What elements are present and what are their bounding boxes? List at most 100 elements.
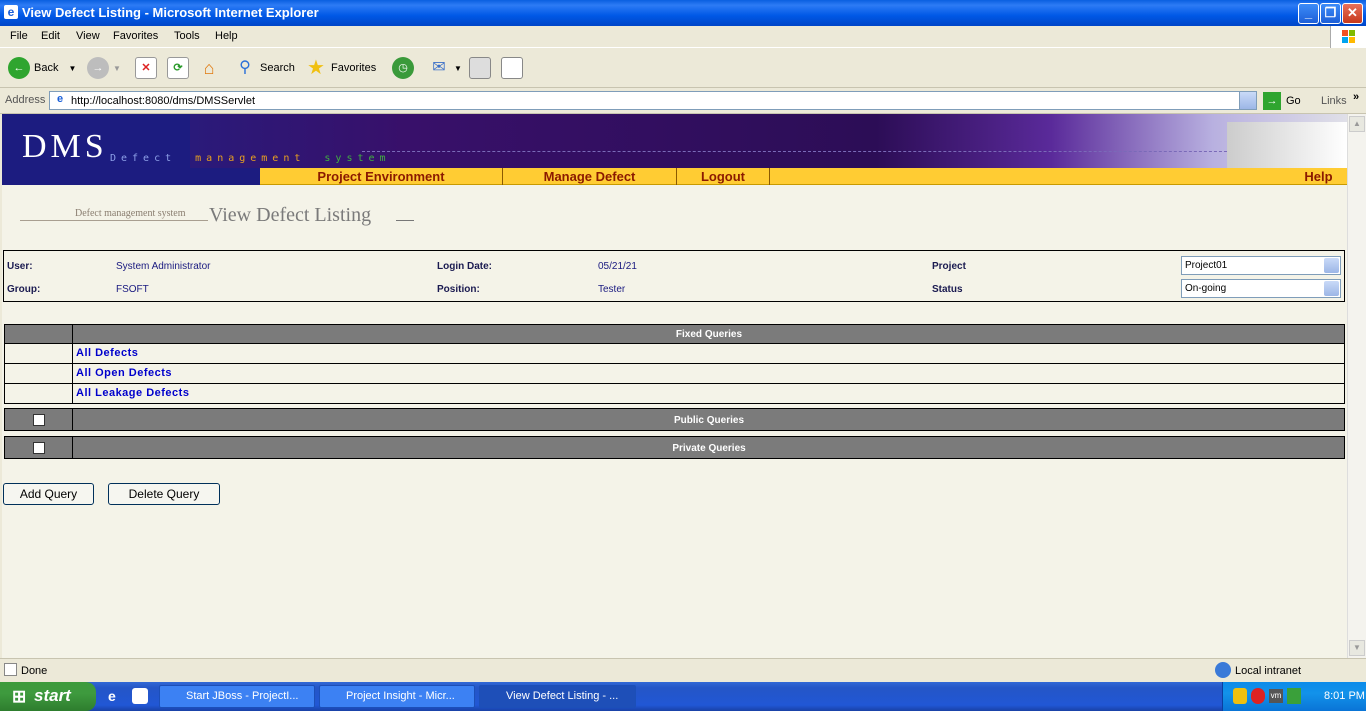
nav-project-environment[interactable]: Project Environment — [260, 168, 503, 185]
print-button[interactable] — [469, 56, 491, 80]
status-bar: Done Local intranet — [0, 658, 1366, 682]
add-query-button[interactable]: Add Query — [3, 483, 94, 505]
private-queries-title: Private Queries — [672, 443, 746, 454]
home-button[interactable]: ⌂ — [198, 56, 220, 80]
menu-view[interactable]: View — [76, 30, 100, 42]
status-dropdown-icon — [1324, 281, 1339, 296]
start-button[interactable]: ⊞ start — [0, 682, 96, 711]
refresh-icon: ⟳ — [167, 57, 189, 79]
breadcrumb-line — [20, 220, 208, 221]
delete-query-button[interactable]: Delete Query — [108, 483, 220, 505]
antivirus-icon[interactable] — [1251, 688, 1265, 704]
user-value: System Administrator — [116, 261, 211, 272]
address-label: Address — [5, 94, 46, 106]
page-content: DMS Defect management system Project Env… — [2, 114, 1347, 658]
ie-icon: e — [4, 5, 18, 19]
task-project-insight[interactable]: Project Insight - Micr... — [319, 685, 475, 708]
back-dropdown-icon[interactable]: ▼ — [68, 64, 76, 73]
system-tray: vm 8:01 PM — [1222, 682, 1366, 711]
star-icon: ★ — [307, 57, 325, 79]
windows-flag-icon — [1330, 26, 1366, 48]
nav-manage-defect[interactable]: Manage Defect — [503, 168, 677, 185]
scroll-down-icon[interactable]: ▼ — [1349, 640, 1365, 656]
project-select[interactable]: Project01 — [1181, 256, 1341, 275]
vertical-scrollbar[interactable]: ▲ ▼ — [1347, 114, 1366, 658]
nav-help[interactable]: Help — [1290, 168, 1347, 185]
scroll-up-icon[interactable]: ▲ — [1349, 116, 1365, 132]
quicklaunch-explorer-icon[interactable] — [132, 688, 148, 704]
dms-logo: DMS — [22, 128, 108, 165]
search-button[interactable]: ⚲ Search — [234, 56, 295, 80]
private-queries-checkbox[interactable] — [33, 442, 45, 454]
status-select[interactable]: On-going — [1181, 279, 1341, 298]
go-arrow-icon[interactable]: → — [1263, 92, 1281, 110]
group-label: Group: — [7, 284, 41, 295]
quicklaunch-ie-icon[interactable]: e — [108, 688, 124, 704]
task-jboss[interactable]: Start JBoss - ProjectI... — [159, 685, 315, 708]
breadcrumb: Defect management system — [75, 208, 186, 219]
nav-logout[interactable]: Logout — [677, 168, 770, 185]
printer-icon — [469, 57, 491, 79]
edit-button[interactable] — [501, 56, 523, 80]
fixed-queries-title: Fixed Queries — [675, 329, 743, 340]
address-url: http://localhost:8080/dms/DMSServlet — [71, 95, 256, 107]
login-date-value: 05/21/21 — [598, 261, 637, 272]
nav-left-filler — [2, 168, 260, 185]
public-queries-checkbox[interactable] — [33, 414, 45, 426]
favorites-button[interactable]: ★ Favorites — [305, 56, 376, 80]
stop-button[interactable]: ✕ — [135, 56, 157, 80]
menu-file[interactable]: File — [10, 30, 28, 42]
security-shield-icon[interactable] — [1233, 688, 1247, 704]
task-view-defect-listing[interactable]: View Defect Listing - ... — [479, 685, 636, 708]
query-all-defects-link[interactable]: All Defects — [76, 347, 138, 359]
taskbar: ⊞ start e Start JBoss - ProjectI... Proj… — [0, 682, 1366, 711]
address-input[interactable]: e http://localhost:8080/dms/DMSServlet — [49, 91, 1257, 110]
user-info-panel: User: System Administrator Group: FSOFT … — [3, 250, 1345, 302]
history-button[interactable]: ◷ — [392, 56, 414, 80]
login-date-label: Login Date: — [437, 261, 492, 272]
toolbar: ← Back ▼ → ▼ ✕ ⟳ ⌂ ⚲ Search ★ Favorites … — [0, 48, 1366, 88]
links-chevron-icon[interactable]: » — [1353, 91, 1359, 103]
query-row: All Open Defects — [4, 364, 1345, 384]
mail-button[interactable]: ✉ ▼ — [428, 56, 462, 80]
page-status-icon — [4, 663, 17, 676]
address-dropdown-icon[interactable] — [1239, 92, 1256, 109]
history-icon: ◷ — [392, 57, 414, 79]
menu-tools[interactable]: Tools — [174, 30, 200, 42]
private-queries-header: Private Queries — [4, 436, 1345, 459]
banner-dashed-line — [362, 151, 1242, 152]
edit-page-icon — [501, 57, 523, 79]
minimize-button[interactable]: _ — [1298, 3, 1319, 24]
menu-bar: File Edit View Favorites Tools Help — [0, 26, 1366, 48]
menu-favorites[interactable]: Favorites — [113, 30, 158, 42]
close-button[interactable]: ✕ — [1342, 3, 1363, 24]
menu-edit[interactable]: Edit — [41, 30, 60, 42]
home-icon: ⌂ — [203, 58, 215, 78]
forward-button[interactable]: → ▼ — [87, 56, 121, 80]
page-title: View Defect Listing — [209, 204, 372, 226]
status-label: Status — [932, 284, 963, 295]
mail-dropdown-icon[interactable]: ▼ — [454, 64, 462, 73]
clock[interactable]: 8:01 PM — [1324, 690, 1365, 702]
stop-icon: ✕ — [135, 57, 157, 79]
windows-logo-icon: ⊞ — [12, 687, 27, 706]
maximize-button[interactable]: ❐ — [1320, 3, 1341, 24]
window-title: View Defect Listing - Microsoft Internet… — [22, 5, 319, 20]
links-label[interactable]: Links — [1321, 95, 1347, 107]
project-dropdown-icon — [1324, 258, 1339, 273]
project-label: Project — [932, 261, 966, 272]
position-value: Tester — [598, 284, 626, 295]
query-all-open-defects-link[interactable]: All Open Defects — [76, 367, 172, 379]
dms-banner: DMS Defect management system — [2, 114, 1347, 184]
vmware-icon[interactable]: vm — [1269, 689, 1283, 703]
title-line — [396, 220, 414, 221]
query-all-leakage-defects-link[interactable]: All Leakage Defects — [76, 387, 189, 399]
back-button[interactable]: ← Back ▼ — [8, 56, 76, 80]
network-icon[interactable] — [1287, 688, 1301, 704]
refresh-button[interactable]: ⟳ — [167, 56, 189, 80]
query-row: All Leakage Defects — [4, 384, 1345, 404]
go-button[interactable]: Go — [1286, 95, 1301, 107]
title-bar: e View Defect Listing - Microsoft Intern… — [0, 0, 1366, 26]
search-icon: ⚲ — [239, 59, 251, 76]
menu-help[interactable]: Help — [215, 30, 238, 42]
